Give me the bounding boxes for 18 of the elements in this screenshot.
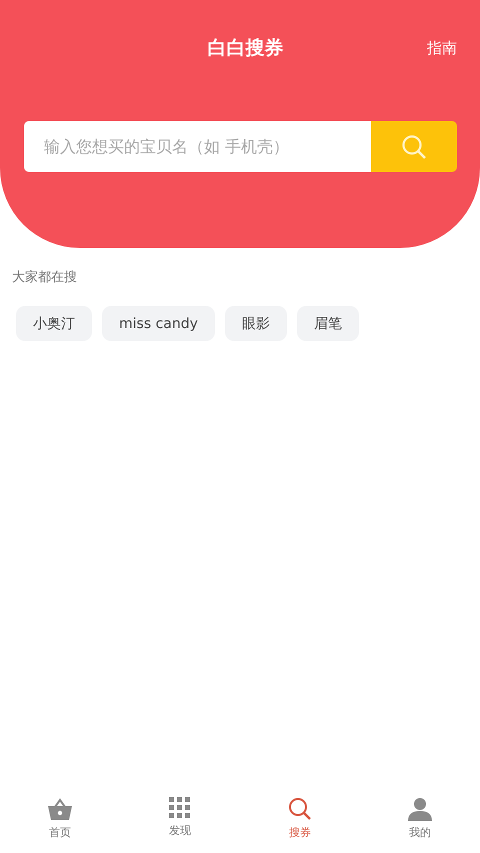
page-title: 白白搜券 (208, 36, 284, 61)
search-tag[interactable]: 小奥汀 (16, 306, 92, 341)
tab-item[interactable]: 发现 (120, 791, 240, 853)
section-title: 大家都在搜 (12, 269, 78, 286)
search-icon (288, 797, 312, 821)
search-tag[interactable]: miss candy (102, 306, 215, 341)
search-icon (401, 134, 427, 160)
search-tag[interactable]: 眉笔 (296, 306, 359, 341)
search-field[interactable]: 输入您想买的宝贝名（如 手机壳） (24, 121, 371, 172)
tab-item[interactable]: 搜券 (240, 791, 360, 853)
guide-link[interactable]: 指南 (427, 38, 457, 58)
basket-icon (47, 797, 73, 821)
tab-item[interactable]: 首页 (0, 791, 120, 853)
person-icon (408, 797, 432, 821)
tab-item[interactable]: 我的 (360, 791, 480, 853)
grid-icon (169, 797, 191, 819)
search-tag[interactable]: 眼影 (224, 306, 287, 341)
search-button[interactable] (371, 121, 457, 172)
